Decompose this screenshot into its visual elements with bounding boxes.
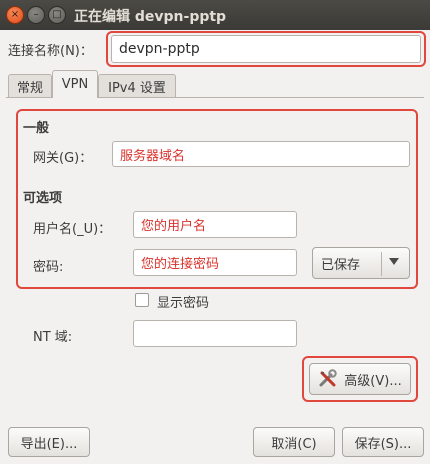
password-storage-combo[interactable]: 已保存 [312, 247, 410, 279]
show-password-checkbox[interactable] [135, 293, 149, 307]
export-button[interactable]: 导出(E)... [8, 427, 90, 457]
advanced-button[interactable]: 高级(V)... [309, 363, 411, 395]
password-input[interactable]: 您的连接密码 [133, 249, 297, 276]
show-password-label[interactable]: 显示密码 [157, 292, 209, 311]
title-bar: × – □ 正在编辑 devpn-pptp [0, 0, 430, 30]
advanced-button-label: 高级(V)... [344, 373, 402, 389]
general-section-heading: 一般 [23, 121, 50, 136]
gateway-input[interactable]: 服务器域名 [112, 141, 410, 167]
gateway-label: 网关(G)： [33, 151, 93, 166]
maximize-window-button[interactable]: □ [48, 6, 66, 24]
password-label: 密码: [33, 260, 64, 275]
minimize-window-button[interactable]: – [27, 6, 45, 24]
username-input[interactable]: 您的用户名 [133, 211, 297, 238]
combo-separator [381, 252, 382, 276]
connection-name-label: 连接名称(N)： [8, 44, 93, 59]
nt-domain-label: NT 域: [33, 330, 73, 345]
tab-vpn[interactable]: VPN [52, 70, 98, 98]
tab-ipv4-settings[interactable]: IPv4 设置 [98, 74, 176, 97]
window-title: 正在编辑 devpn-pptp [74, 9, 227, 25]
cancel-button[interactable]: 取消(C) [253, 427, 335, 457]
connection-name-input[interactable]: devpn-pptp [111, 35, 421, 63]
dropdown-arrow-icon [389, 258, 399, 265]
optional-section-heading: 可选项 [23, 191, 63, 206]
close-window-button[interactable]: × [6, 6, 24, 24]
password-storage-value: 已保存 [321, 257, 361, 273]
nt-domain-input[interactable] [133, 320, 297, 347]
tools-icon [319, 369, 337, 387]
tab-general[interactable]: 常规 [8, 74, 52, 97]
username-label: 用户名(_U)： [33, 222, 112, 237]
save-button[interactable]: 保存(S)... [342, 427, 424, 457]
